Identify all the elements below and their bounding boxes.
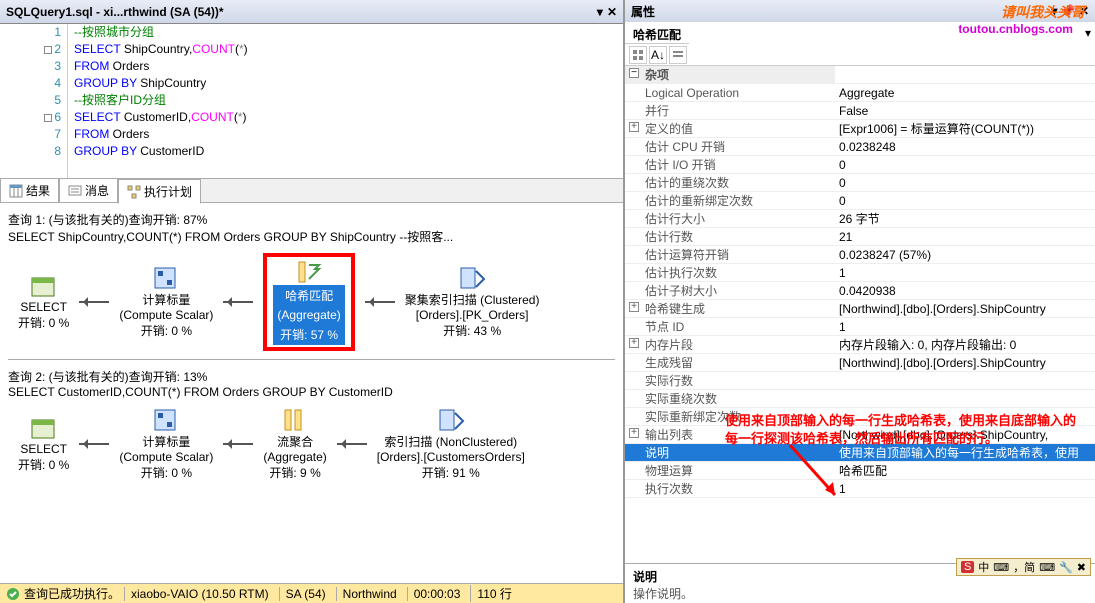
sql-editor[interactable]: 12345678 --按照城市分组SELECT ShipCountry,COUN… <box>0 24 623 179</box>
editor-tab[interactable]: SQLQuery1.sql - xi...rthwind (SA (54))* … <box>0 0 623 24</box>
arrow-icon <box>337 443 367 445</box>
prop-row[interactable]: 估计 CPU 开销0.0238248 <box>625 138 1095 156</box>
prop-row[interactable]: +哈希键生成[Northwind].[dbo].[Orders].ShipCou… <box>625 300 1095 318</box>
dropdown-icon[interactable]: ▾ <box>1081 26 1095 40</box>
selected-object: 哈希匹配 <box>625 22 689 44</box>
prop-row[interactable]: 估计子树大小0.0420938 <box>625 282 1095 300</box>
query2-sql: SELECT CustomerID,COUNT(*) FROM Orders G… <box>8 385 615 399</box>
tab-results[interactable]: 结果 <box>0 178 59 203</box>
op-index-scan[interactable]: 索引扫描 (NonClustered) [Orders].[CustomersO… <box>377 407 525 481</box>
arrow-icon <box>79 301 109 303</box>
plan2-row: SELECT 开销: 0 % 计算标量 (Compute Scalar) 开销:… <box>8 407 615 481</box>
tab-title-text: SQLQuery1.sql - xi...rthwind (SA (54))* <box>6 5 224 19</box>
status-rows: 110 行 <box>470 585 517 602</box>
close-icon[interactable]: ✕ <box>607 5 617 19</box>
prop-row[interactable]: +输出列表[Northwind].[dbo].[Orders].ShipCoun… <box>625 426 1095 444</box>
status-bar: 查询已成功执行。 xiaobo-VAIO (10.50 RTM) SA (54)… <box>0 583 623 603</box>
execution-plan[interactable]: 查询 1: (与该批有关的)查询开销: 87% SELECT ShipCount… <box>0 203 623 583</box>
separator <box>8 359 615 360</box>
prop-row[interactable]: 物理运算哈希匹配 <box>625 462 1095 480</box>
prop-row[interactable]: 估计运算符开销0.0238247 (57%) <box>625 246 1095 264</box>
prop-row[interactable]: 估计行大小26 字节 <box>625 210 1095 228</box>
op-hash-match[interactable]: 哈希匹配 (Aggregate) 开销: 57 % <box>263 253 354 351</box>
status-time: 00:00:03 <box>407 587 467 601</box>
prop-category[interactable]: −杂项 <box>625 66 1095 84</box>
arrow-icon <box>79 443 109 445</box>
prop-row[interactable]: +内存片段内存片段输入: 0, 内存片段输出: 0 <box>625 336 1095 354</box>
op-scalar-1[interactable]: 计算标量 (Compute Scalar) 开销: 0 % <box>119 265 213 339</box>
categorize-button[interactable] <box>629 46 647 64</box>
prop-row[interactable]: 实际行数 <box>625 372 1095 390</box>
expand-icon[interactable]: + <box>629 338 639 348</box>
prop-row[interactable]: 估计 I/O 开销0 <box>625 156 1095 174</box>
op-select-1[interactable]: SELECT 开销: 0 % <box>18 274 69 331</box>
tab-plan[interactable]: 执行计划 <box>118 179 201 204</box>
prop-row[interactable]: 实际重绕次数 <box>625 390 1095 408</box>
prop-row[interactable]: 实际重新绑定次数 <box>625 408 1095 426</box>
prop-row[interactable]: +定义的值[Expr1006] = 标量运算符(COUNT(*)) <box>625 120 1095 138</box>
tab-messages[interactable]: 消息 <box>59 178 118 203</box>
op-stream-agg[interactable]: 流聚合 (Aggregate) 开销: 9 % <box>263 407 326 481</box>
prop-row[interactable]: 说明使用来自顶部输入的每一行生成哈希表，使用 <box>625 444 1095 462</box>
arrow-icon <box>223 443 253 445</box>
prop-row[interactable]: 估计的重新绑定次数0 <box>625 192 1095 210</box>
status-text: 查询已成功执行。 <box>24 585 120 602</box>
expand-icon[interactable]: + <box>629 302 639 312</box>
prop-row[interactable]: 估计行数21 <box>625 228 1095 246</box>
code-area[interactable]: --按照城市分组SELECT ShipCountry,COUNT(*)FROM … <box>68 24 248 178</box>
properties-header: 属性 ▾ 📌 ✕ 请叫我头头哥 <box>625 0 1095 22</box>
prop-row[interactable]: 估计执行次数1 <box>625 264 1095 282</box>
plan1-row: SELECT 开销: 0 % 计算标量 (Compute Scalar) 开销:… <box>8 253 615 351</box>
query1-header: 查询 1: (与该批有关的)查询开销: 87% <box>8 211 615 228</box>
properties-panel: 属性 ▾ 📌 ✕ 请叫我头头哥 哈希匹配 toutou.cnblogs.com … <box>625 0 1095 603</box>
arrow-icon <box>365 301 395 303</box>
watermark: 请叫我头头哥 <box>1001 2 1085 22</box>
op-cluster-scan[interactable]: 聚集索引扫描 (Clustered) [Orders].[PK_Orders] … <box>405 265 540 339</box>
expand-icon[interactable]: + <box>629 428 639 438</box>
status-db: Northwind <box>336 587 403 601</box>
prop-row[interactable]: Logical OperationAggregate <box>625 84 1095 102</box>
prop-row[interactable]: 估计的重绕次数0 <box>625 174 1095 192</box>
prop-row[interactable]: 节点 ID1 <box>625 318 1095 336</box>
desc-text: 操作说明。 <box>633 585 1087 602</box>
property-grid[interactable]: −杂项 Logical OperationAggregate并行False+定义… <box>625 66 1095 563</box>
prop-row[interactable]: 并行False <box>625 102 1095 120</box>
expand-icon[interactable]: + <box>629 122 639 132</box>
properties-title: 属性 <box>631 3 655 20</box>
line-gutter: 12345678 <box>0 24 68 178</box>
properties-toolbar: A↓ <box>625 44 1095 66</box>
success-icon <box>6 587 20 601</box>
status-server: xiaobo-VAIO (10.50 RTM) <box>124 587 275 601</box>
result-tabs: 结果 消息 执行计划 <box>0 179 623 203</box>
ime-logo-icon: S <box>961 561 974 573</box>
dropdown-icon[interactable]: ▾ <box>597 5 603 19</box>
watermark-url: toutou.cnblogs.com <box>689 22 1081 44</box>
op-scalar-2[interactable]: 计算标量 (Compute Scalar) 开销: 0 % <box>119 407 213 481</box>
collapse-icon[interactable]: − <box>629 68 639 78</box>
left-panel: SQLQuery1.sql - xi...rthwind (SA (54))* … <box>0 0 625 603</box>
query2-header: 查询 2: (与该批有关的)查询开销: 13% <box>8 368 615 385</box>
ime-toolbar[interactable]: S 中⌨，简⌨🔧✖ <box>956 558 1091 576</box>
prop-row[interactable]: 生成残留[Northwind].[dbo].[Orders].ShipCount… <box>625 354 1095 372</box>
arrow-icon <box>223 301 253 303</box>
annotation-arrow-icon <box>785 440 845 510</box>
prop-row[interactable]: 执行次数1 <box>625 480 1095 498</box>
props-btn[interactable] <box>669 46 687 64</box>
status-login: SA (54) <box>279 587 332 601</box>
op-select-2[interactable]: SELECT 开销: 0 % <box>18 416 69 473</box>
sort-button[interactable]: A↓ <box>649 46 667 64</box>
query1-sql: SELECT ShipCountry,COUNT(*) FROM Orders … <box>8 228 615 245</box>
